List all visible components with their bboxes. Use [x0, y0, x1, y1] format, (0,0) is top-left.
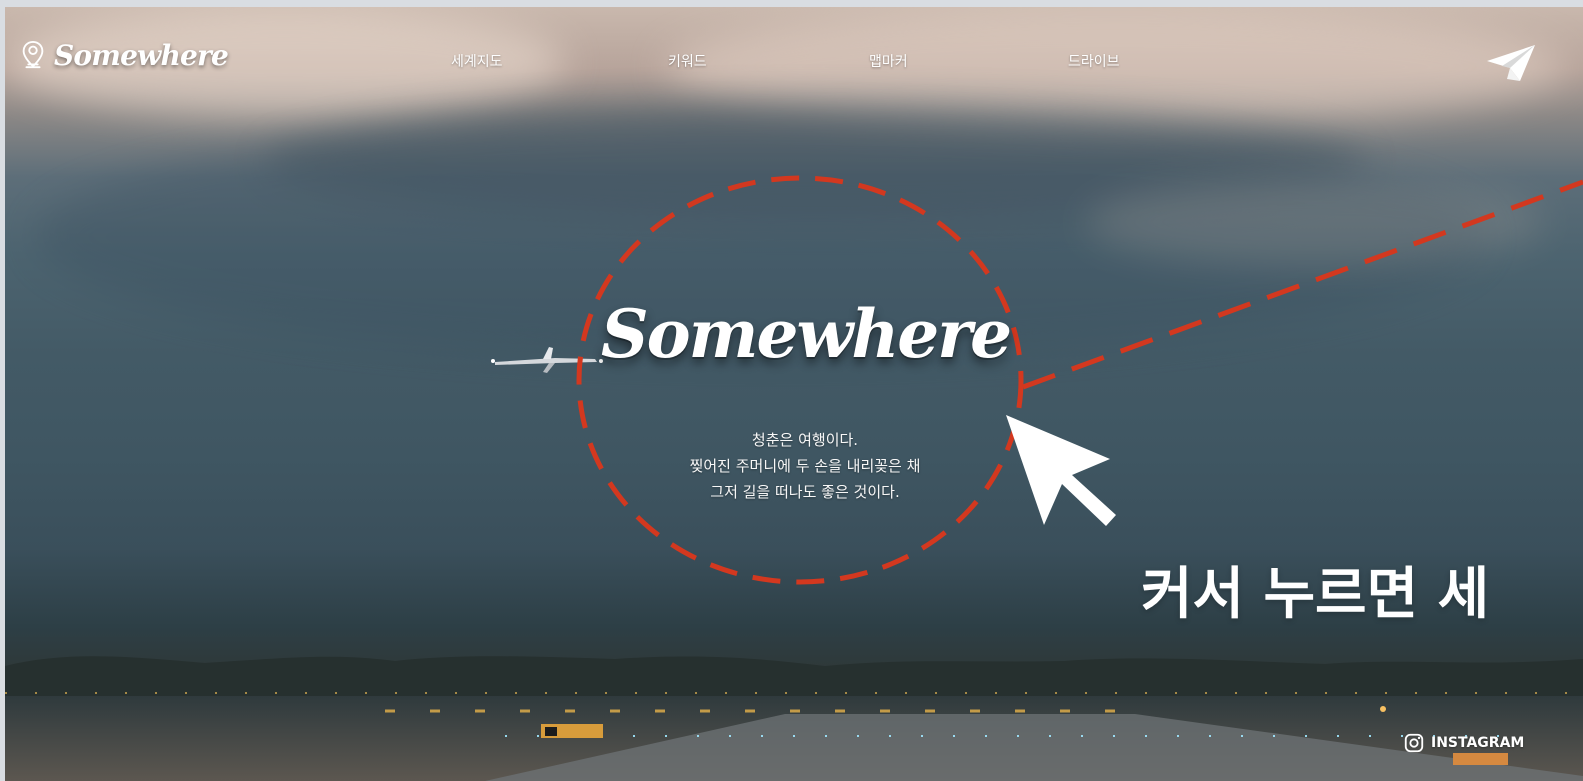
brand-title: Somewhere — [54, 38, 229, 72]
quote-line-1: 청춘은 여행이다. — [751, 431, 859, 449]
map-pin-person-icon — [22, 40, 44, 69]
nav-map-marker[interactable]: 맵마커 — [869, 51, 908, 71]
nav-drive[interactable]: 드라이브 — [1068, 51, 1120, 71]
runway-scene — [5, 656, 1583, 781]
landing-page: Somewhere 세계지도 키워드 맵마커 드라이브 Somewhere 청춘… — [0, 0, 1583, 781]
quote-line-3: 그저 길을 떠나도 좋은 것이다. — [710, 483, 900, 501]
hero-quote: 청춘은 여행이다. 찢어진 주머니에 두 손을 내리꽂은 채 그저 길을 떠나도… — [625, 427, 985, 505]
nav-keyword[interactable]: 키워드 — [668, 51, 707, 71]
quote-line-2: 찢어진 주머니에 두 손을 내리꽂은 채 — [689, 457, 921, 475]
instagram-label: INSTAGRAM — [1431, 735, 1525, 751]
hero-title: Somewhere — [601, 295, 1012, 373]
hero-background: Somewhere 세계지도 키워드 맵마커 드라이브 Somewhere 청춘… — [5, 7, 1583, 781]
paper-plane-icon[interactable] — [1485, 43, 1537, 83]
annotation-callout: 커서 누르면 세 — [1141, 562, 1490, 627]
brand-logo[interactable]: Somewhere — [18, 38, 229, 72]
nav-world-map[interactable]: 세계지도 — [451, 51, 503, 71]
cloud-highlight — [1085, 177, 1545, 267]
instagram-link[interactable]: INSTAGRAM — [1403, 732, 1524, 754]
cursor-arrow-icon — [1006, 415, 1116, 526]
top-navigation: Somewhere 세계지도 키워드 맵마커 드라이브 — [5, 7, 1583, 81]
airplane-icon — [491, 347, 603, 373]
instagram-icon — [1404, 733, 1424, 753]
